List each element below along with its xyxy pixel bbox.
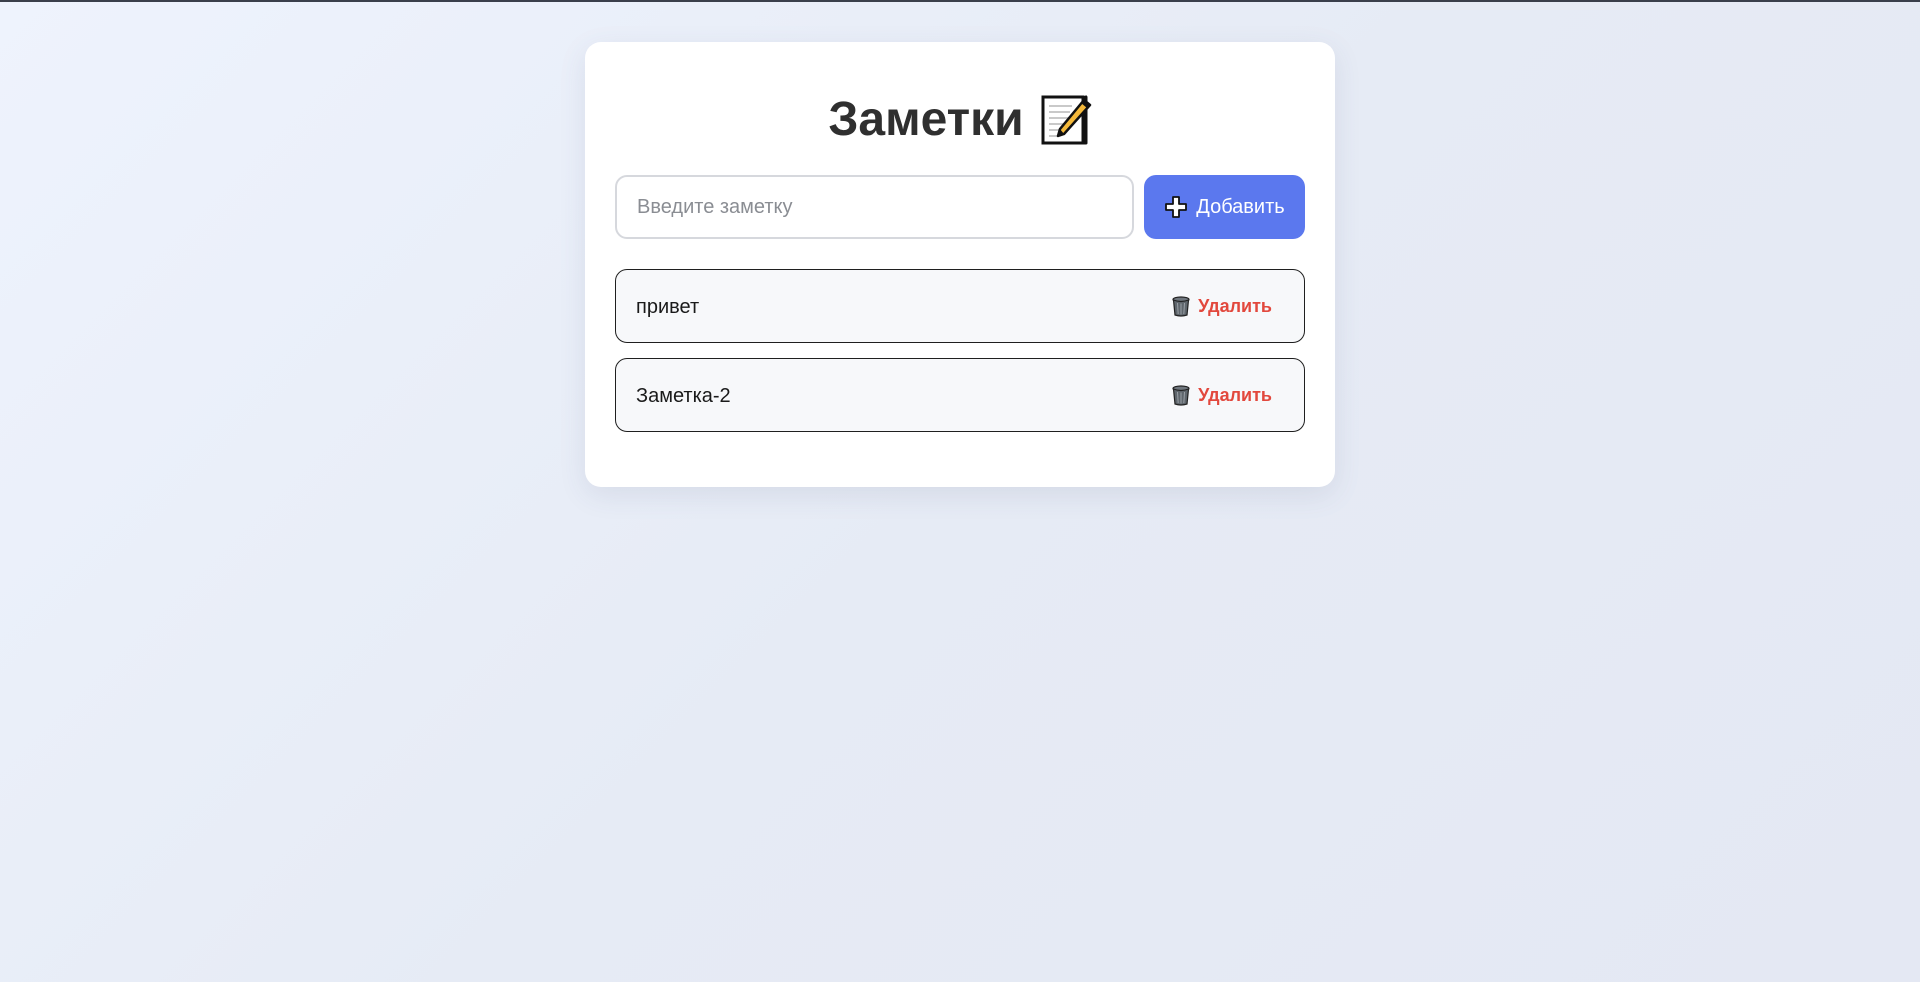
trash-icon <box>1170 384 1192 406</box>
trash-icon <box>1170 295 1192 317</box>
delete-button-label: Удалить <box>1198 295 1272 316</box>
plus-icon <box>1164 195 1188 219</box>
add-button[interactable]: Добавить <box>1144 175 1305 239</box>
note-item: привет Удалить <box>615 269 1305 343</box>
window-top-border <box>0 0 1920 2</box>
delete-button[interactable]: Удалить <box>1170 289 1272 323</box>
note-input-row: Добавить <box>615 175 1305 239</box>
note-text: Заметка-2 <box>636 385 731 407</box>
delete-button-label: Удалить <box>1198 384 1272 405</box>
note-input[interactable] <box>615 175 1134 239</box>
note-item: Заметка-2 Удалить <box>615 358 1305 432</box>
memo-icon <box>1040 94 1092 146</box>
add-button-label: Добавить <box>1196 195 1285 218</box>
note-text: привет <box>636 296 700 318</box>
page-title: Заметки <box>585 90 1335 150</box>
notes-list: привет Удалить Заметка-2 Удалить <box>615 269 1305 447</box>
delete-button[interactable]: Удалить <box>1170 378 1272 412</box>
page-title-text: Заметки <box>828 93 1024 146</box>
notes-card: Заметки Доб <box>585 42 1335 487</box>
